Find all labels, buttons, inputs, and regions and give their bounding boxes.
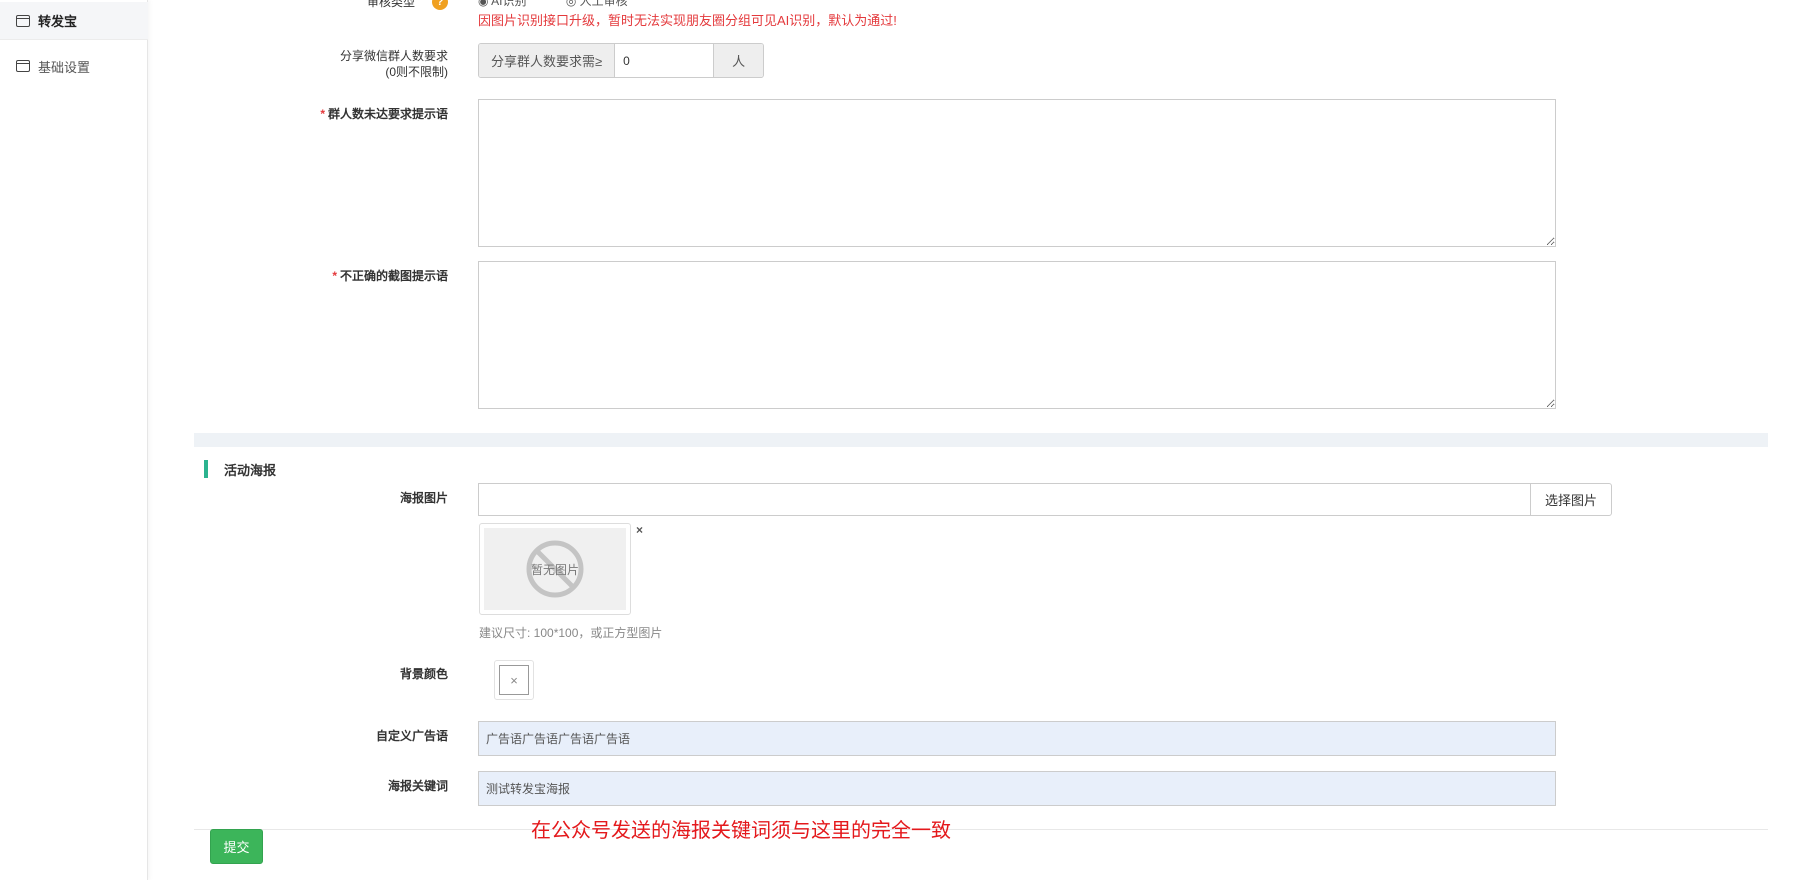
bg-color-picker[interactable]: × bbox=[494, 660, 534, 700]
screenshot-tip-textarea[interactable] bbox=[478, 261, 1556, 409]
group-size-label: 分享微信群人数要求 (0则不限制) bbox=[339, 49, 448, 79]
section-title-poster: 活动海报 bbox=[204, 459, 276, 479]
review-warning: 因图片识别接口升级，暂时无法实现朋友圈分组可见AI识别，默认为通过! bbox=[478, 13, 897, 28]
sidebar-item-label: 基础设置 bbox=[38, 59, 91, 75]
poster-image-label: 海报图片 bbox=[399, 491, 448, 505]
bg-color-label: 背景颜色 bbox=[399, 667, 448, 681]
help-icon[interactable]: ? bbox=[432, 0, 448, 10]
group-size-input[interactable] bbox=[615, 44, 714, 77]
section-divider bbox=[194, 433, 1768, 447]
group-size-prefix: 分享群人数要求需≥ bbox=[479, 44, 616, 77]
sidebar-item-label: 转发宝 bbox=[38, 14, 78, 29]
review-type-radios[interactable]: ◉ AI识别 ◎ 人工审核 bbox=[478, 0, 628, 9]
required-mark: * bbox=[332, 269, 337, 283]
group-tip-label: * 群人数未达要求提示语 bbox=[320, 107, 448, 121]
window-icon bbox=[16, 60, 30, 72]
window-icon bbox=[16, 14, 30, 27]
select-image-button[interactable]: 选择图片 bbox=[1530, 483, 1612, 516]
no-image-text: 暂无图片 bbox=[530, 562, 579, 577]
ad-text-input[interactable] bbox=[478, 721, 1556, 756]
section-accent-bar bbox=[204, 460, 208, 478]
screenshot-tip-label: * 不正确的截图提示语 bbox=[332, 269, 448, 283]
review-type-label: 审核类型 bbox=[366, 0, 415, 9]
required-mark: * bbox=[320, 107, 325, 121]
empty-color-icon: × bbox=[499, 665, 529, 695]
sidebar: 转发宝 基础设置 bbox=[0, 0, 148, 880]
image-size-hint: 建议尺寸: 100*100，或正方型图片 bbox=[479, 626, 663, 640]
footer-divider bbox=[194, 829, 1768, 830]
keyword-annotation: 在公众号发送的海报关键词须与这里的完全一致 bbox=[531, 820, 951, 842]
group-tip-textarea[interactable] bbox=[478, 99, 1556, 247]
poster-thumbnail: 暂无图片 bbox=[479, 523, 631, 615]
poster-image-input[interactable] bbox=[478, 483, 1531, 516]
ad-text-label: 自定义广告语 bbox=[375, 729, 448, 743]
poster-keyword-input[interactable] bbox=[478, 771, 1556, 806]
poster-keyword-label: 海报关键词 bbox=[387, 779, 448, 793]
sidebar-item-forward[interactable]: 转发宝 bbox=[0, 2, 148, 40]
group-size-suffix: 人 bbox=[713, 44, 764, 77]
sidebar-item-basic-settings[interactable]: 基础设置 bbox=[0, 47, 148, 85]
submit-button[interactable]: 提交 bbox=[210, 829, 263, 864]
remove-image-icon[interactable]: × bbox=[636, 523, 643, 537]
group-size-input-group: 分享群人数要求需≥ 人 bbox=[478, 43, 765, 78]
